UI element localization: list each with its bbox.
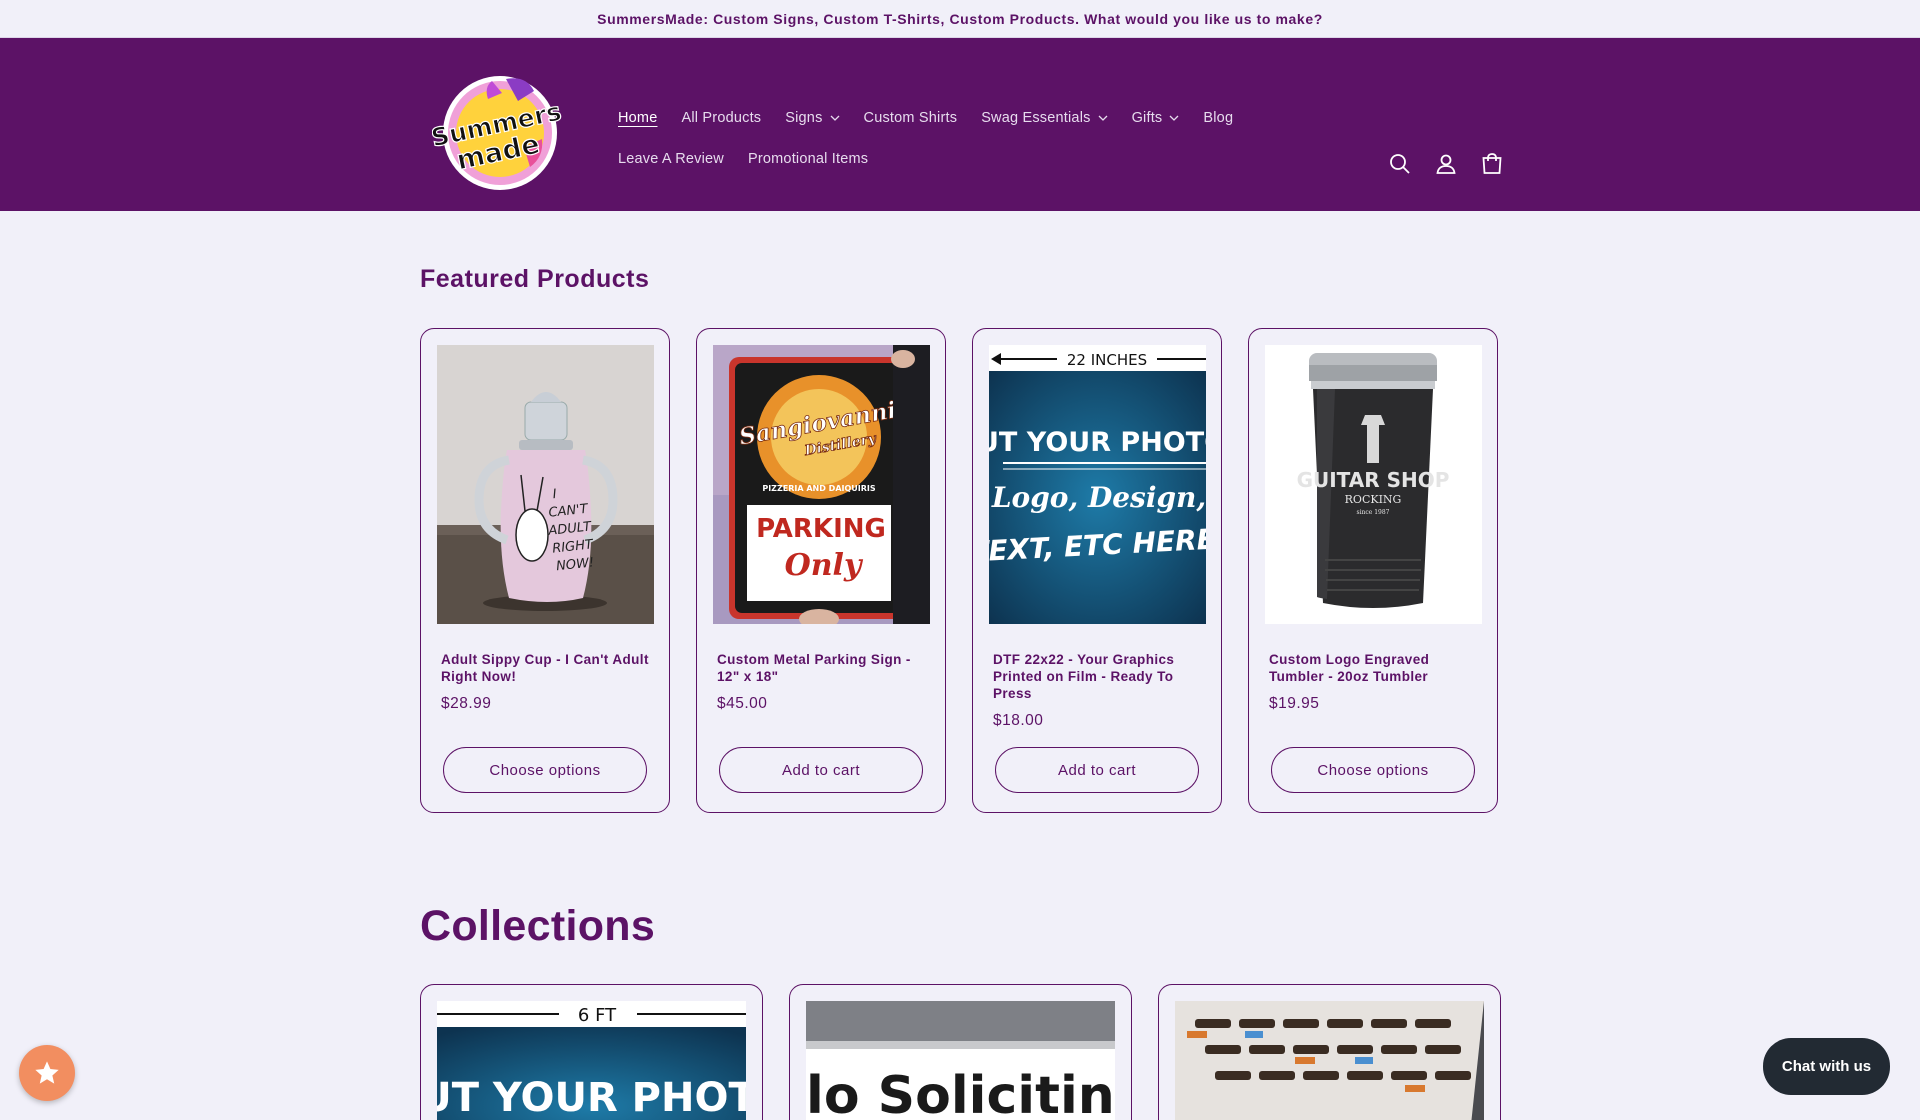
nav-row-primary: Home All Products Signs Custom Shirts Sw… xyxy=(618,102,1278,134)
nav-leave-a-review[interactable]: Leave A Review xyxy=(618,151,724,167)
collection-card[interactable]: 6 FT PUT YOUR PHOTO, xyxy=(420,984,763,1120)
collection-card[interactable]: lo Solicitin xyxy=(789,984,1132,1120)
product-card[interactable]: 22 INCHES PUT YOUR PHOTO, Logo, Design, … xyxy=(972,328,1222,813)
chat-with-us-button[interactable]: Chat with us xyxy=(1763,1038,1890,1095)
choose-options-button[interactable]: Choose options xyxy=(443,747,647,793)
collection-image[interactable] xyxy=(1175,1001,1484,1120)
nav-custom-shirts[interactable]: Custom Shirts xyxy=(864,110,958,126)
nav-gifts[interactable]: Gifts xyxy=(1132,110,1180,126)
product-card[interactable]: GUITAR SHOP ROCKING since 1987 Custom Lo… xyxy=(1248,328,1498,813)
star-icon xyxy=(35,1061,59,1084)
svg-text:ROCKING: ROCKING xyxy=(1345,493,1402,506)
product-price: $28.99 xyxy=(441,695,492,712)
svg-text:22 INCHES: 22 INCHES xyxy=(1067,351,1147,369)
featured-products-grid: I CAN'T ADULT RIGHT NOW! Adult Sippy Cup… xyxy=(420,328,1498,813)
nav-all-products[interactable]: All Products xyxy=(681,110,761,126)
svg-text:PARKING: PARKING xyxy=(756,514,886,544)
product-image[interactable]: 22 INCHES PUT YOUR PHOTO, Logo, Design, … xyxy=(989,345,1206,624)
nav-blog[interactable]: Blog xyxy=(1203,110,1233,126)
announcement-text: SummersMade: Custom Signs, Custom T-Shir… xyxy=(597,10,1323,27)
svg-text:lo Solicitin: lo Solicitin xyxy=(806,1066,1115,1120)
product-card[interactable]: I CAN'T ADULT RIGHT NOW! Adult Sippy Cup… xyxy=(420,328,670,813)
logo[interactable]: Summers made xyxy=(428,71,568,191)
svg-text:PIZZERIA AND DAIQUIRIS: PIZZERIA AND DAIQUIRIS xyxy=(762,484,876,493)
featured-products-heading: Featured Products xyxy=(420,265,650,293)
svg-text:PUT YOUR PHOTO,: PUT YOUR PHOTO, xyxy=(437,1075,746,1120)
nav-row-secondary: Leave A Review Promotional Items xyxy=(618,143,1278,175)
product-price: $19.95 xyxy=(1269,695,1320,712)
nav-swag-essentials[interactable]: Swag Essentials xyxy=(981,110,1108,126)
nav-signs[interactable]: Signs xyxy=(785,110,839,126)
collections-grid: 6 FT PUT YOUR PHOTO, lo Solicitin xyxy=(420,984,1501,1120)
announcement-bar: SummersMade: Custom Signs, Custom T-Shir… xyxy=(0,0,1920,38)
svg-text:Logo, Design,: Logo, Design, xyxy=(991,481,1206,514)
product-image[interactable]: GUITAR SHOP ROCKING since 1987 xyxy=(1265,345,1482,624)
chevron-down-icon xyxy=(830,115,839,121)
collection-image[interactable]: 6 FT PUT YOUR PHOTO, xyxy=(437,1001,746,1120)
svg-text:GUITAR SHOP: GUITAR SHOP xyxy=(1297,468,1450,492)
svg-text:since 1987: since 1987 xyxy=(1357,509,1390,516)
product-card[interactable]: Sangiovanni Distillery PIZZERIA AND DAIQ… xyxy=(696,328,946,813)
product-title[interactable]: Custom Logo Engraved Tumbler - 20oz Tumb… xyxy=(1269,651,1481,685)
product-image[interactable]: Sangiovanni Distillery PIZZERIA AND DAIQ… xyxy=(713,345,930,624)
account-icon[interactable] xyxy=(1434,152,1458,176)
collection-card[interactable] xyxy=(1158,984,1501,1120)
add-to-cart-button[interactable]: Add to cart xyxy=(995,747,1199,793)
product-price: $18.00 xyxy=(993,712,1044,729)
svg-text:Only: Only xyxy=(785,548,864,583)
collections-heading: Collections xyxy=(420,902,656,950)
product-title[interactable]: Custom Metal Parking Sign - 12" x 18" xyxy=(717,651,929,685)
svg-text:6 FT: 6 FT xyxy=(578,1005,617,1026)
svg-text:PUT YOUR PHOTO,: PUT YOUR PHOTO, xyxy=(989,427,1206,458)
site-header: Summers made Home All Products Signs Cus… xyxy=(0,38,1920,211)
product-title[interactable]: Adult Sippy Cup - I Can't Adult Right No… xyxy=(441,651,653,685)
nav-promotional-items[interactable]: Promotional Items xyxy=(748,151,868,167)
chevron-down-icon xyxy=(1169,115,1179,121)
header-icons xyxy=(1388,152,1504,176)
collection-image[interactable]: lo Solicitin xyxy=(806,1001,1115,1120)
product-title[interactable]: DTF 22x22 - Your Graphics Printed on Fil… xyxy=(993,651,1205,702)
reviews-badge[interactable] xyxy=(19,1045,75,1101)
nav-home[interactable]: Home xyxy=(618,110,657,126)
product-price: $45.00 xyxy=(717,695,768,712)
search-icon[interactable] xyxy=(1388,152,1412,176)
main-navigation: Home All Products Signs Custom Shirts Sw… xyxy=(618,102,1278,184)
chevron-down-icon xyxy=(1098,115,1108,121)
add-to-cart-button[interactable]: Add to cart xyxy=(719,747,923,793)
cart-icon[interactable] xyxy=(1480,152,1504,176)
product-image[interactable]: I CAN'T ADULT RIGHT NOW! xyxy=(437,345,654,624)
choose-options-button[interactable]: Choose options xyxy=(1271,747,1475,793)
